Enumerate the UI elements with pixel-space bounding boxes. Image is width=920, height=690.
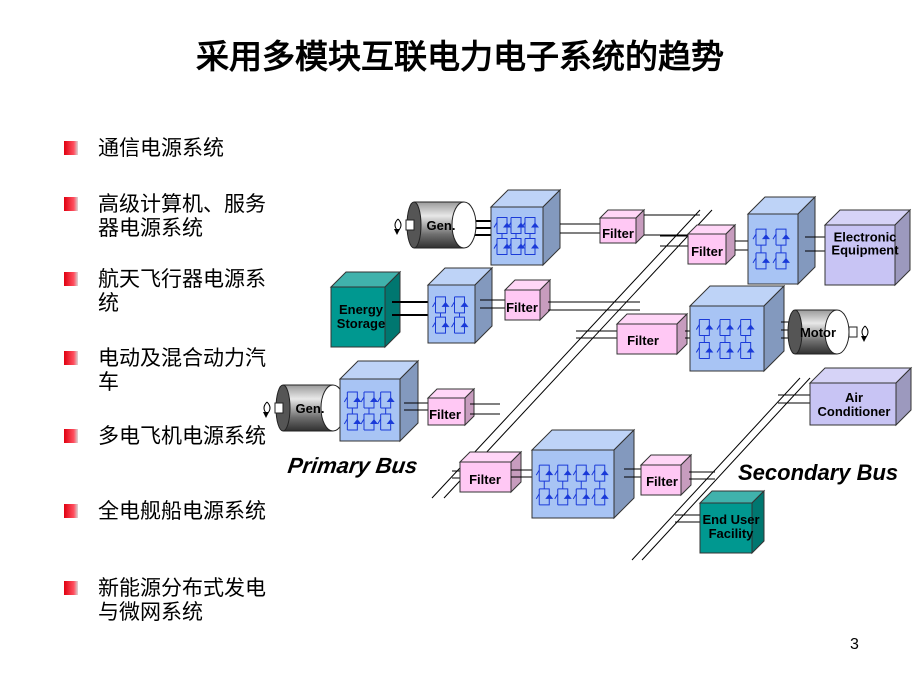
shaft xyxy=(405,219,415,231)
generator-label: Gen. xyxy=(296,401,325,416)
label-line: Conditioner xyxy=(818,404,891,419)
motor-label: Motor xyxy=(800,325,836,340)
label-line: Facility xyxy=(709,526,755,541)
primary-bus-label: Primary Bus xyxy=(286,453,419,478)
power-system-diagram: Gen. Filter Filter Electronic Equipment Energ… xyxy=(263,188,913,561)
secondary-bus-label: Secondary Bus xyxy=(738,460,898,485)
label-line: Air xyxy=(845,390,863,405)
label-line: Filter xyxy=(646,474,678,489)
label-line: Equipment xyxy=(831,243,899,258)
electronic-equipment-label: Electronic Equipment xyxy=(831,230,899,258)
converter-3 xyxy=(426,266,494,345)
energy-storage-label: Energy Storage xyxy=(337,302,385,331)
wire-filter3-bus xyxy=(548,301,640,311)
label-line: Filter xyxy=(506,300,538,315)
cylinder-face xyxy=(451,201,477,249)
wire-filter7-secbus xyxy=(689,471,715,480)
box-top-face xyxy=(615,313,689,325)
label-line: Filter xyxy=(627,333,659,348)
generator-2: Gen. xyxy=(263,384,346,432)
box-front-face xyxy=(427,284,476,344)
wire-conv1-filter xyxy=(560,223,600,234)
shaft xyxy=(848,326,858,338)
arrow-head-icon xyxy=(263,412,269,418)
label-line: Filter xyxy=(691,244,723,259)
wire-filter2-conv2 xyxy=(735,240,748,251)
shaft xyxy=(274,402,284,414)
label-line: Filter xyxy=(469,472,501,487)
filter-7-label: Filter xyxy=(646,474,678,489)
label-line: Energy xyxy=(339,302,384,317)
filter-2-label: Filter xyxy=(691,244,723,259)
filter-6-label: Filter xyxy=(469,472,501,487)
label-line: Storage xyxy=(337,316,385,331)
label-line: Filter xyxy=(429,407,461,422)
box-front-face xyxy=(747,213,799,285)
box-front-face xyxy=(339,378,401,442)
end-user-facility-label: End User Facility xyxy=(702,512,759,541)
box-front-face xyxy=(689,305,765,372)
converter-2 xyxy=(746,195,817,286)
generator-label: Gen. xyxy=(427,218,456,233)
arrow-head-icon xyxy=(861,336,867,342)
arrow-head-icon xyxy=(394,229,400,235)
page-number: 3 xyxy=(850,636,859,653)
filter-1-label: Filter xyxy=(602,226,634,241)
label-line: End User xyxy=(702,512,759,527)
label-line: Filter xyxy=(602,226,634,241)
box-top-face xyxy=(808,367,913,384)
converter-5 xyxy=(338,359,420,443)
generator-1: Gen. xyxy=(394,201,477,249)
filter-5-label: Filter xyxy=(429,407,461,422)
box-front-face xyxy=(490,206,544,266)
wire-secbus-enduser xyxy=(675,514,700,523)
filter-4-label: Filter xyxy=(627,333,659,348)
filter-3-label: Filter xyxy=(506,300,538,315)
motor: Motor xyxy=(787,309,869,355)
